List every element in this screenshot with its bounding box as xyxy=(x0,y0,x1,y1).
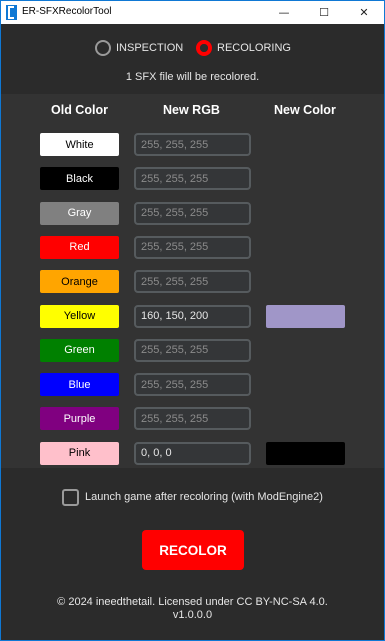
table-row: Orange 255, 255, 255 xyxy=(1,270,384,294)
old-color-button-purple[interactable]: Purple xyxy=(40,407,119,431)
status-text: 1 SFX file will be recolored. xyxy=(125,71,260,83)
radio-recoloring-label[interactable]: RECOLORING xyxy=(217,42,291,54)
rgb-input-pink[interactable]: 0, 0, 0 xyxy=(134,441,251,465)
mode-selector: INSPECTION RECOLORING xyxy=(1,38,384,58)
rgb-input-orange[interactable]: 255, 255, 255 xyxy=(134,270,251,294)
version-text: v1.0.0.0 xyxy=(172,609,213,621)
rgb-input-purple[interactable]: 255, 255, 255 xyxy=(134,407,251,431)
table-row: Red 255, 255, 255 xyxy=(1,235,384,260)
table-row: Pink 0, 0, 0 xyxy=(1,441,384,466)
header-new-color: New Color xyxy=(274,103,336,117)
rgb-input-gray[interactable]: 255, 255, 255 xyxy=(134,201,251,225)
app-window: ER-SFXRecolorTool — ☐ ✕ INSPECTION RECOL… xyxy=(0,0,385,641)
table-row: Gray 255, 255, 255 xyxy=(1,201,384,226)
color-table: Old Color New RGB New Color White 255, 25… xyxy=(1,94,384,468)
radio-inspection-label[interactable]: INSPECTION xyxy=(116,42,183,54)
old-color-button-red[interactable]: Red xyxy=(40,235,119,259)
new-color-swatch-yellow xyxy=(266,304,345,328)
old-color-button-white[interactable]: White xyxy=(40,133,119,156)
rgb-input-blue[interactable]: 255, 255, 255 xyxy=(134,373,251,397)
old-color-button-yellow[interactable]: Yellow xyxy=(40,304,119,328)
app-icon xyxy=(6,5,17,20)
table-row: Black 255, 255, 255 xyxy=(1,167,384,191)
close-icon: ✕ xyxy=(359,6,369,19)
radio-recoloring[interactable] xyxy=(196,40,212,56)
rgb-input-yellow[interactable]: 160, 150, 200 xyxy=(134,304,251,328)
table-row: White 255, 255, 255 xyxy=(1,133,384,157)
maximize-button[interactable]: ☐ xyxy=(304,1,344,24)
window-title: ER-SFXRecolorTool xyxy=(22,6,112,17)
main-content: INSPECTION RECOLORING 1 SFX file will be… xyxy=(1,24,384,640)
table-row: Green 255, 255, 255 xyxy=(1,338,384,363)
table-row: Yellow 160, 150, 200 xyxy=(1,304,384,329)
table-row: Blue 255, 255, 255 xyxy=(1,373,384,397)
rgb-input-green[interactable]: 255, 255, 255 xyxy=(134,338,251,362)
old-color-button-blue[interactable]: Blue xyxy=(40,373,119,397)
recolor-button[interactable]: RECOLOR xyxy=(142,530,244,570)
launch-game-checkbox[interactable] xyxy=(62,489,79,506)
old-color-button-gray[interactable]: Gray xyxy=(40,201,119,225)
table-row: Purple 255, 255, 255 xyxy=(1,407,384,431)
title-bar[interactable]: ER-SFXRecolorTool — ☐ ✕ xyxy=(1,1,384,24)
rgb-input-black[interactable]: 255, 255, 255 xyxy=(134,167,251,191)
radio-inspection[interactable] xyxy=(95,40,111,56)
footer: © 2024 ineedthetail. Licensed under CC B… xyxy=(1,596,384,622)
minimize-icon: — xyxy=(278,6,290,19)
new-color-swatch-pink xyxy=(266,441,345,465)
rgb-input-red[interactable]: 255, 255, 255 xyxy=(134,235,251,259)
old-color-button-pink[interactable]: Pink xyxy=(40,441,119,465)
old-color-button-orange[interactable]: Orange xyxy=(40,270,119,294)
minimize-button[interactable]: — xyxy=(264,1,304,24)
old-color-button-black[interactable]: Black xyxy=(40,167,119,191)
old-color-button-green[interactable]: Green xyxy=(40,338,119,362)
rgb-input-white[interactable]: 255, 255, 255 xyxy=(134,133,251,156)
header-old-color: Old Color xyxy=(51,103,108,117)
maximize-icon: ☐ xyxy=(319,6,329,19)
license-text: © 2024 ineedthetail. Licensed under CC B… xyxy=(57,596,328,608)
launch-game-label[interactable]: Launch game after recoloring (with ModEn… xyxy=(85,491,323,503)
close-button[interactable]: ✕ xyxy=(344,1,384,24)
header-new-rgb: New RGB xyxy=(163,103,220,117)
